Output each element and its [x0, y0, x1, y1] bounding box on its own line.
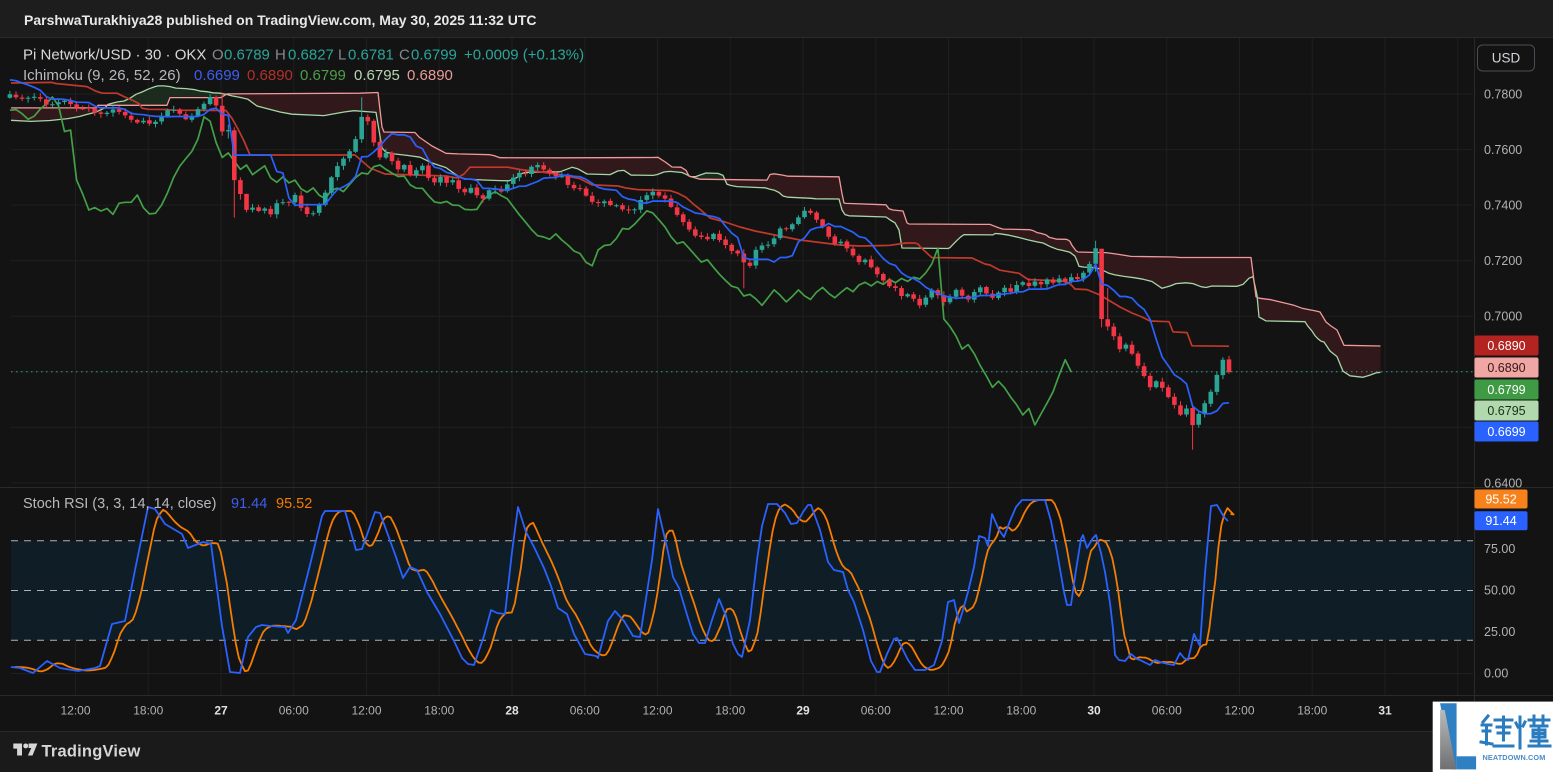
svg-text:0.7600: 0.7600 [1484, 143, 1522, 157]
svg-text:0.6400: 0.6400 [1484, 476, 1522, 490]
svg-text:06:00: 06:00 [861, 704, 891, 718]
svg-text:50.00: 50.00 [1484, 583, 1515, 597]
svg-text:27: 27 [214, 704, 228, 718]
svg-text:0.6799: 0.6799 [411, 47, 457, 64]
svg-text:0.7200: 0.7200 [1484, 254, 1522, 268]
svg-text:O: O [212, 47, 224, 64]
svg-text:12:00: 12:00 [933, 704, 963, 718]
svg-text:0.6781: 0.6781 [348, 47, 394, 64]
svg-text:12:00: 12:00 [351, 704, 381, 718]
svg-text:TradingView: TradingView [42, 743, 141, 761]
svg-text:0.6890: 0.6890 [1487, 361, 1525, 375]
svg-text:18:00: 18:00 [424, 704, 454, 718]
svg-text:Stoch RSI (3, 3, 14, 14, close: Stoch RSI (3, 3, 14, 14, close) [23, 496, 216, 512]
svg-text:0.6890: 0.6890 [1487, 339, 1525, 353]
svg-text:29: 29 [796, 704, 810, 718]
svg-text:06:00: 06:00 [279, 704, 309, 718]
svg-text:Pi Network/USD · 30 · OKX: Pi Network/USD · 30 · OKX [23, 47, 206, 64]
svg-text:0.7800: 0.7800 [1484, 88, 1522, 102]
svg-text:C: C [399, 47, 410, 64]
svg-text:0.6795: 0.6795 [1487, 404, 1525, 418]
svg-text:0.6699: 0.6699 [194, 67, 240, 84]
svg-text:18:00: 18:00 [1297, 704, 1327, 718]
svg-text:06:00: 06:00 [1152, 704, 1182, 718]
svg-text:0.6827: 0.6827 [288, 47, 334, 64]
svg-text:0.6890: 0.6890 [247, 67, 293, 84]
svg-text:+0.0009 (+0.13%): +0.0009 (+0.13%) [464, 47, 584, 64]
svg-text:0.00: 0.00 [1484, 667, 1508, 681]
svg-text:L: L [338, 47, 346, 64]
svg-text:12:00: 12:00 [60, 704, 90, 718]
svg-text:12:00: 12:00 [1224, 704, 1254, 718]
svg-text:0.6890: 0.6890 [407, 67, 453, 84]
svg-text:18:00: 18:00 [1006, 704, 1036, 718]
svg-text:0.6789: 0.6789 [224, 47, 270, 64]
svg-text:75.00: 75.00 [1484, 542, 1515, 556]
svg-text:0.6699: 0.6699 [1487, 425, 1525, 439]
svg-text:30: 30 [1087, 704, 1101, 718]
svg-text:0.6799: 0.6799 [1487, 383, 1525, 397]
svg-text:NEATDOWN.COM: NEATDOWN.COM [1483, 753, 1546, 762]
svg-text:95.52: 95.52 [1485, 492, 1516, 506]
svg-text:91.44: 91.44 [1485, 514, 1516, 528]
svg-text:25.00: 25.00 [1484, 625, 1515, 639]
svg-text:31: 31 [1378, 704, 1392, 718]
svg-text:0.7400: 0.7400 [1484, 199, 1522, 213]
svg-text:0.6799: 0.6799 [300, 67, 346, 84]
svg-text:0.7000: 0.7000 [1484, 310, 1522, 324]
svg-text:06:00: 06:00 [570, 704, 600, 718]
svg-text:28: 28 [505, 704, 519, 718]
svg-text:H: H [275, 47, 286, 64]
svg-text:95.52: 95.52 [276, 496, 312, 512]
svg-text:12:00: 12:00 [642, 704, 672, 718]
svg-text:USD: USD [1492, 51, 1521, 66]
svg-text:18:00: 18:00 [715, 704, 745, 718]
svg-text:0.6795: 0.6795 [354, 67, 400, 84]
svg-text:ParshwaTurakhiya28 published o: ParshwaTurakhiya28 published on TradingV… [24, 12, 537, 28]
svg-text:Ichimoku (9, 26, 52, 26): Ichimoku (9, 26, 52, 26) [23, 67, 181, 84]
svg-text:18:00: 18:00 [133, 704, 163, 718]
svg-text:91.44: 91.44 [231, 496, 267, 512]
